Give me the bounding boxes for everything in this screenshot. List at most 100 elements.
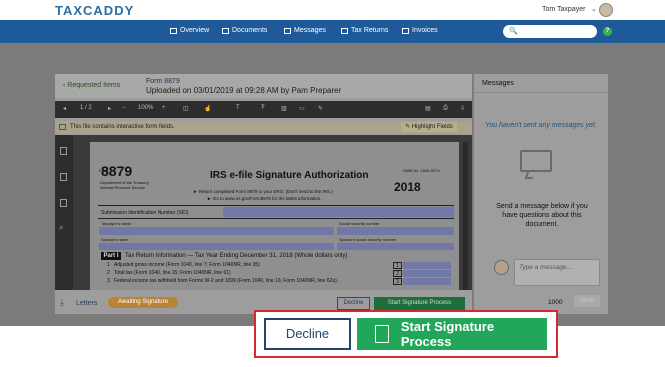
spouse-ssn-label: Spouse's social security number bbox=[339, 237, 397, 242]
download-icon[interactable]: ⤓ bbox=[60, 297, 64, 308]
divider bbox=[98, 205, 454, 206]
scrollbar[interactable] bbox=[463, 142, 468, 290]
fit-icon[interactable]: ◫ bbox=[183, 105, 189, 112]
messages-help-text: Send a message below if you have questio… bbox=[496, 203, 588, 228]
download-icon[interactable]: ⇩ bbox=[460, 105, 465, 112]
invoices-icon bbox=[402, 27, 409, 34]
thumbnails-icon[interactable] bbox=[60, 173, 67, 181]
divider bbox=[98, 218, 454, 219]
letters-link[interactable]: Letters bbox=[76, 300, 97, 307]
viewer-sidebar bbox=[55, 135, 73, 290]
form-icon[interactable]: ▤ bbox=[425, 105, 431, 112]
avatar bbox=[494, 260, 509, 275]
back-link[interactable]: ‹ Requested Items bbox=[63, 82, 120, 89]
shape-icon[interactable]: ▭ bbox=[299, 105, 305, 112]
bookmark-icon[interactable] bbox=[60, 147, 67, 155]
row-number: 3 bbox=[107, 278, 110, 284]
form-title: IRS e-file Signature Authorization bbox=[210, 170, 369, 181]
nav-item-documents[interactable]: Documents bbox=[222, 27, 267, 34]
sid-label: Submission Identification Number (SID) bbox=[101, 210, 189, 216]
spouse-ssn-field[interactable] bbox=[337, 243, 454, 250]
zoom-in-icon[interactable]: + bbox=[162, 105, 166, 111]
form-row: 2 Total tax (Form 1040, line 15; Form 10… bbox=[107, 270, 231, 276]
document-sign-icon bbox=[375, 325, 389, 343]
divider bbox=[474, 92, 608, 93]
search-icon: 🔍 bbox=[509, 28, 518, 35]
form-row: 3 Federal income tax withheld from Forms… bbox=[107, 278, 340, 284]
prev-page-icon[interactable]: ◂ bbox=[63, 105, 66, 112]
omb-number: OMB No. 1545-0074 bbox=[403, 168, 440, 173]
row-number: 1 bbox=[107, 262, 110, 268]
spouse-name-field[interactable] bbox=[99, 243, 334, 250]
decline-button[interactable]: Decline bbox=[264, 318, 351, 350]
taxpayer-name-field[interactable] bbox=[99, 227, 334, 235]
help-icon[interactable]: ? bbox=[603, 27, 612, 36]
row-text: Total tax (Form 1040, line 15; Form 1040… bbox=[113, 270, 231, 276]
comments-icon[interactable] bbox=[60, 199, 67, 207]
nav-item-label: Messages bbox=[294, 27, 326, 34]
document-title: Form 8879 bbox=[146, 78, 180, 85]
form-number: 8879 bbox=[101, 163, 133, 179]
start-signature-button[interactable]: Start Signature Process bbox=[357, 318, 547, 350]
messages-icon bbox=[284, 27, 291, 34]
zoom-level[interactable]: 100% bbox=[138, 105, 153, 111]
start-signature-button-small[interactable]: Start Signature Process bbox=[374, 297, 465, 310]
nav-item-label: Tax Returns bbox=[351, 27, 389, 34]
user-name[interactable]: Tom Taxpayer bbox=[542, 6, 585, 13]
search-icon[interactable]: ⌕ bbox=[59, 223, 63, 233]
row-number: 2 bbox=[107, 270, 110, 276]
form-notice-icon bbox=[59, 124, 66, 130]
tax-returns-icon bbox=[341, 27, 348, 34]
spouse-name-label: Spouse's name bbox=[101, 237, 129, 242]
decline-button-small[interactable]: Decline bbox=[337, 297, 370, 310]
nav-item-tax-returns[interactable]: Tax Returns bbox=[341, 27, 388, 34]
chevron-down-icon[interactable]: ⌄ bbox=[591, 5, 597, 13]
status-badge: Awaiting Signature bbox=[108, 297, 178, 308]
nav-item-invoices[interactable]: Invoices bbox=[402, 27, 438, 34]
notice-text: This file contains interactive form fiel… bbox=[70, 124, 175, 130]
text-tool-icon[interactable]: T bbox=[236, 105, 240, 111]
nav-item-label: Invoices bbox=[412, 27, 438, 34]
char-count: 1000 bbox=[548, 299, 563, 306]
form-department: Department of the Treasury Internal Reve… bbox=[100, 180, 149, 190]
ssn-field[interactable] bbox=[337, 227, 454, 235]
messages-title: Messages bbox=[482, 80, 514, 87]
row-value-field[interactable] bbox=[403, 278, 451, 285]
document-subtitle: Uploaded on 03/01/2019 at 09:28 AM by Pa… bbox=[146, 86, 342, 95]
taxcaddy-logo[interactable]: TAXCADDY bbox=[55, 3, 134, 18]
send-button[interactable]: Send bbox=[574, 295, 600, 307]
documents-icon bbox=[222, 27, 229, 34]
pen-icon[interactable]: ✎ bbox=[318, 105, 323, 112]
select-tool-icon[interactable]: ☝ bbox=[204, 105, 211, 112]
taxpayer-name-label: Taxpayer's name bbox=[101, 221, 132, 226]
nav-item-label: Overview bbox=[180, 27, 210, 34]
nav-item-label: Documents bbox=[232, 27, 268, 34]
chat-bubble-icon bbox=[520, 150, 552, 172]
back-link-label: Requested Items bbox=[67, 82, 121, 89]
part-tag: Part I bbox=[101, 252, 121, 260]
page-indicator[interactable]: 1 / 2 bbox=[80, 105, 92, 111]
message-placeholder: Type a message... bbox=[519, 264, 572, 271]
zoom-out-icon[interactable]: − bbox=[122, 105, 126, 111]
nav-item-messages[interactable]: Messages bbox=[284, 27, 326, 34]
row-box: 1 bbox=[393, 262, 402, 269]
highlight-fields-label: Highlight Fields bbox=[411, 124, 453, 130]
row-box: 2 bbox=[393, 270, 402, 277]
row-value-field[interactable] bbox=[403, 262, 451, 269]
row-value-field[interactable] bbox=[403, 270, 451, 277]
form-instruction: ► Return completed Form 8879 to your ERO… bbox=[193, 189, 333, 194]
row-text: Federal income tax withheld from Forms W… bbox=[113, 278, 340, 284]
next-page-icon[interactable]: ▸ bbox=[108, 105, 111, 112]
columns-icon[interactable]: ▥ bbox=[281, 105, 287, 112]
form-instruction: ► Go to www.irs.gov/Form8879 for the lat… bbox=[207, 196, 322, 201]
row-text: Adjusted gross income (Form 1040, line 7… bbox=[113, 262, 260, 268]
highlight-fields-button[interactable]: ✎ Highlight Fields bbox=[401, 122, 457, 132]
print-icon[interactable]: ⎙ bbox=[443, 105, 448, 112]
row-box: 3 bbox=[393, 278, 402, 285]
user-avatar[interactable] bbox=[599, 3, 613, 17]
nav-item-overview[interactable]: Overview bbox=[170, 27, 209, 34]
form-row: 1 Adjusted gross income (Form 1040, line… bbox=[107, 262, 260, 268]
sid-field[interactable] bbox=[223, 207, 454, 217]
home-icon bbox=[170, 27, 177, 34]
text-field-icon[interactable]: Ŧ bbox=[261, 105, 265, 111]
